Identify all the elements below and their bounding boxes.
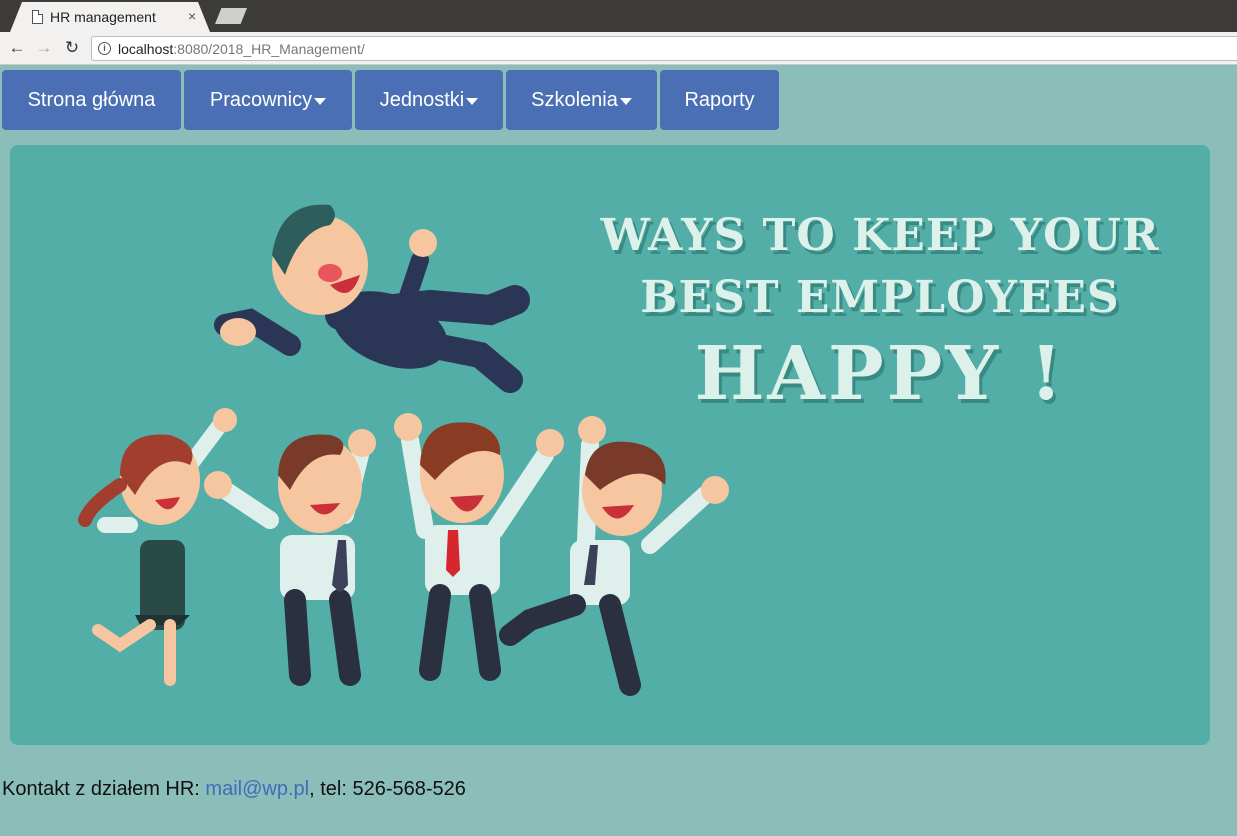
nav-item-employees[interactable]: Pracownicy xyxy=(184,70,352,130)
new-tab-button[interactable] xyxy=(215,8,247,24)
headline-line-1: WAYS TO KEEP YOUR xyxy=(600,210,1160,261)
browser-toolbar: ← → ↻ i localhost:8080/2018_HR_Managemen… xyxy=(0,32,1237,65)
info-icon[interactable]: i xyxy=(98,42,111,55)
nav-item-label: Jednostki xyxy=(379,88,465,111)
nav-item-reports[interactable]: Raporty xyxy=(660,70,779,130)
browser-tab[interactable]: HR management × xyxy=(10,2,210,32)
address-bar[interactable]: i localhost:8080/2018_HR_Management/ xyxy=(91,36,1237,61)
headline-line-3: HAPPY ! xyxy=(694,331,1066,417)
page-icon xyxy=(32,10,43,24)
tab-close-icon[interactable]: × xyxy=(188,8,196,24)
contact-phone: , tel: 526-568-526 xyxy=(309,778,466,800)
nav-item-label: Szkolenia xyxy=(531,88,618,111)
url-host: localhost xyxy=(118,41,174,57)
contact-prefix: Kontakt z działem HR: xyxy=(2,778,206,800)
nav-item-label: Raporty xyxy=(684,88,755,111)
contact-email-link[interactable]: mail@wp.pl xyxy=(205,778,309,800)
url-path: :8080/2018_HR_Management/ xyxy=(173,41,365,57)
nav-item-trainings[interactable]: Szkolenia xyxy=(506,70,657,130)
nav-item-units[interactable]: Jednostki xyxy=(355,70,503,130)
back-arrow-icon[interactable]: ← xyxy=(7,38,27,58)
headline-line-2: BEST EMPLOYEES xyxy=(640,272,1120,323)
forward-arrow-icon[interactable]: → xyxy=(34,38,54,58)
browser-tabstrip: HR management × xyxy=(0,0,1237,32)
nav-item-home[interactable]: Strona główna xyxy=(2,70,181,130)
reload-icon[interactable]: ↻ xyxy=(62,38,82,58)
banner-headline: WAYS TO KEEP YOUR BEST EMPLOYEES HAPPY ! xyxy=(550,205,1210,419)
caret-down-icon xyxy=(314,97,327,105)
caret-down-icon xyxy=(466,97,479,105)
man-figure-1 xyxy=(204,429,376,686)
man-figure-2 xyxy=(394,413,564,681)
url-text: localhost:8080/2018_HR_Management/ xyxy=(118,41,365,57)
nav-item-label: Pracownicy xyxy=(209,88,313,111)
tab-title: HR management xyxy=(50,9,156,25)
tossed-employee-figure xyxy=(214,204,530,393)
contact-footer: Kontakt z działem HR: mail@wp.pl, tel: 5… xyxy=(2,778,466,801)
caret-down-icon xyxy=(619,97,632,105)
woman-figure xyxy=(78,408,237,686)
nav-item-label: Strona główna xyxy=(27,88,156,111)
hero-banner: WAYS TO KEEP YOUR BEST EMPLOYEES HAPPY ! xyxy=(10,145,1210,745)
